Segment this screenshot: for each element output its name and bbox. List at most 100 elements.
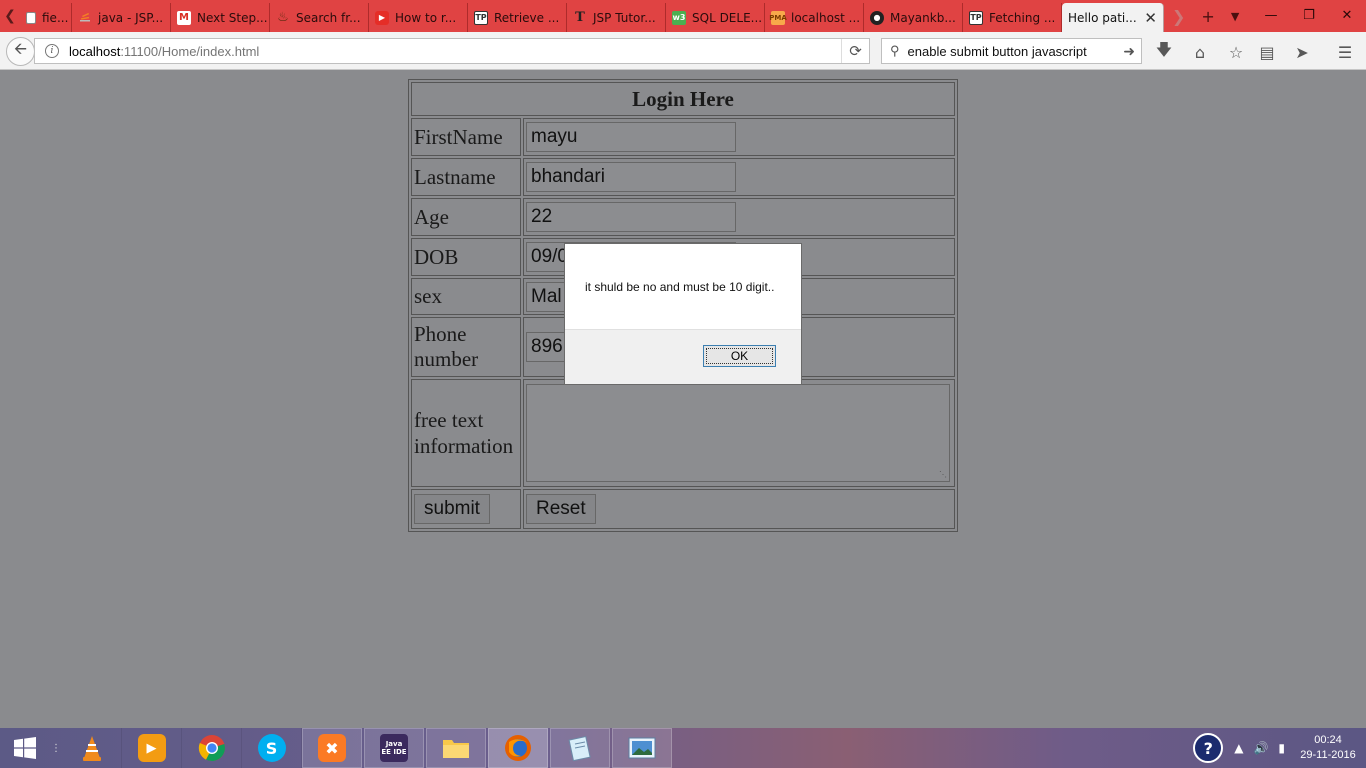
resize-grip-icon[interactable]: ⋱ [939,470,947,479]
navigation-toolbar: 🡨 i localhost:11100/Home/index.html ⟳ ⚲ … [0,32,1366,70]
arrow-right-icon[interactable]: ➜ [1123,43,1135,60]
url-path: :11100/Home/index.html [120,43,260,59]
pocket-send-icon[interactable]: ➤ [1292,42,1312,62]
firefox-icon[interactable] [488,728,548,768]
media-player-icon[interactable]: ▶ [122,728,182,768]
java-ee-ide-icon[interactable]: Java EE IDE [364,728,424,768]
xampp-icon[interactable]: ✖ [302,728,362,768]
search-value: enable submit button javascript [907,43,1087,59]
phone-label-line2: number [414,347,479,371]
photos-icon[interactable] [612,728,672,768]
tab-jsp-tutor[interactable]: T JSP Tutor... [567,3,666,32]
reading-list-icon[interactable]: ▤ [1257,42,1277,62]
tab-hello-patient[interactable]: Hello pati... ✕ [1062,3,1164,32]
freetext-label-line1: free text [414,408,484,432]
network-signal-icon[interactable]: ▮ [1278,741,1285,755]
ok-button[interactable]: OK [703,345,776,367]
tab-search-fr[interactable]: ♨ Search fr... [270,3,369,32]
tab-label: How to r... [395,10,457,25]
age-label: Age [411,198,521,236]
tab-label: Search fr... [296,10,361,25]
show-hidden-icons-icon[interactable]: ▲ [1234,741,1243,755]
skype-icon[interactable]: S [242,728,302,768]
close-icon[interactable]: ✕ [1144,9,1157,27]
page-content: Login Here FirstName mayu Lastname bhand… [0,71,1366,728]
java-icon: ♨ [277,10,289,25]
firstname-input[interactable]: mayu [526,122,736,152]
age-input[interactable]: 22 [526,202,736,232]
gmail-icon: M [177,10,191,25]
freetext-label-line2: information [414,434,514,458]
window-close-icon[interactable]: ✕ [1328,0,1366,30]
clock[interactable]: 00:24 29-11-2016 [1290,733,1366,763]
alert-dialog: it shuld be no and must be 10 digit.. OK [564,243,802,385]
tab-label: fie... [42,10,69,25]
menu-icon[interactable]: ☰ [1335,42,1355,62]
taskbar-handle-icon: ⋮ [51,742,61,754]
windows-logo-icon [14,737,36,759]
youtube-icon: ▶ [375,10,389,25]
tab-label: java - JSP... [98,10,164,25]
tab-fie[interactable]: fie... [20,3,72,32]
tab-label: Mayankb... [890,10,956,25]
volume-icon[interactable]: 🔊 [1253,741,1268,755]
tab-scroll-right-icon[interactable]: ❯ [1164,0,1193,32]
form-title: Login Here [411,82,955,116]
dob-label: DOB [411,238,521,276]
restore-icon[interactable]: ❐ [1290,0,1328,30]
alert-message: it shuld be no and must be 10 digit.. [585,280,775,294]
chrome-icon[interactable] [182,728,242,768]
search-input[interactable]: ⚲ enable submit button javascript ➜ [881,38,1142,64]
reload-icon[interactable]: ⟳ [841,39,869,63]
vlc-icon[interactable] [62,728,122,768]
tutorialspoint-icon: TP [474,10,488,25]
tab-label: SQL DELE... [692,10,763,25]
taskbar: ⋮ ▶ S ✖ Java EE IDE ? ▲ 🔊 ▮ 00:24 29-11-… [0,728,1366,768]
help-question-icon[interactable]: ? [1193,733,1224,763]
back-button[interactable]: 🡨 [6,37,35,66]
tab-label: Retrieve ... [494,10,560,25]
tab-retrieve[interactable]: TP Retrieve ... [468,3,567,32]
home-icon[interactable]: ⌂ [1190,42,1210,62]
lastname-input[interactable]: bhandari [526,162,736,192]
tab-java-jsp[interactable]: java - JSP... [72,3,171,32]
tab-next-step[interactable]: M Next Step... [171,3,270,32]
search-icon: ⚲ [890,43,900,58]
github-icon: ● [870,10,884,25]
start-button[interactable] [0,728,50,768]
tab-scroll-left-icon[interactable]: ❮ [0,0,20,32]
tab-label: localhost ... [791,10,861,25]
url-bar[interactable]: i localhost:11100/Home/index.html ⟳ [34,38,870,64]
bookmark-star-icon[interactable]: ☆ [1226,42,1246,62]
tutorialspoint-icon: TP [969,10,983,25]
reset-button[interactable]: Reset [526,494,596,524]
w3schools-icon: w3 [672,10,686,25]
window-controls: — ❐ ✕ [1252,0,1366,30]
phone-label-line1: Phone [414,322,467,346]
list-all-tabs-icon[interactable]: ▼ [1223,0,1247,32]
tab-how-to[interactable]: ▶ How to r... [369,3,468,32]
tab-label: JSP Tutor... [593,10,656,25]
info-icon[interactable]: i [45,44,59,58]
file-explorer-icon[interactable] [426,728,486,768]
phone-label: Phone number [411,317,521,377]
tab-mayankb[interactable]: ● Mayankb... [864,3,963,32]
new-tab-icon[interactable]: + [1193,0,1222,32]
tab-label: Fetching ... [989,10,1056,25]
minimize-icon[interactable]: — [1252,0,1290,30]
firstname-label: FirstName [411,118,521,156]
submit-button[interactable]: submit [414,494,490,524]
tab-sql-delete[interactable]: w3 SQL DELE... [666,3,765,32]
stackoverflow-icon [78,11,92,25]
tab-label: Next Step... [197,10,268,25]
phpmyadmin-icon: PMA [769,10,787,25]
freetext-textarea[interactable]: ⋱ [526,384,950,482]
tab-localhost[interactable]: PMA localhost ... [765,3,864,32]
page-icon [26,11,36,24]
freetext-label: free text information [411,379,521,487]
notepad-icon[interactable] [550,728,610,768]
tab-fetching[interactable]: TP Fetching ... [963,3,1062,32]
download-icon[interactable]: 🡇 [1154,40,1174,62]
t-icon: T [575,10,585,25]
tab-label: Hello pati... [1068,10,1137,25]
